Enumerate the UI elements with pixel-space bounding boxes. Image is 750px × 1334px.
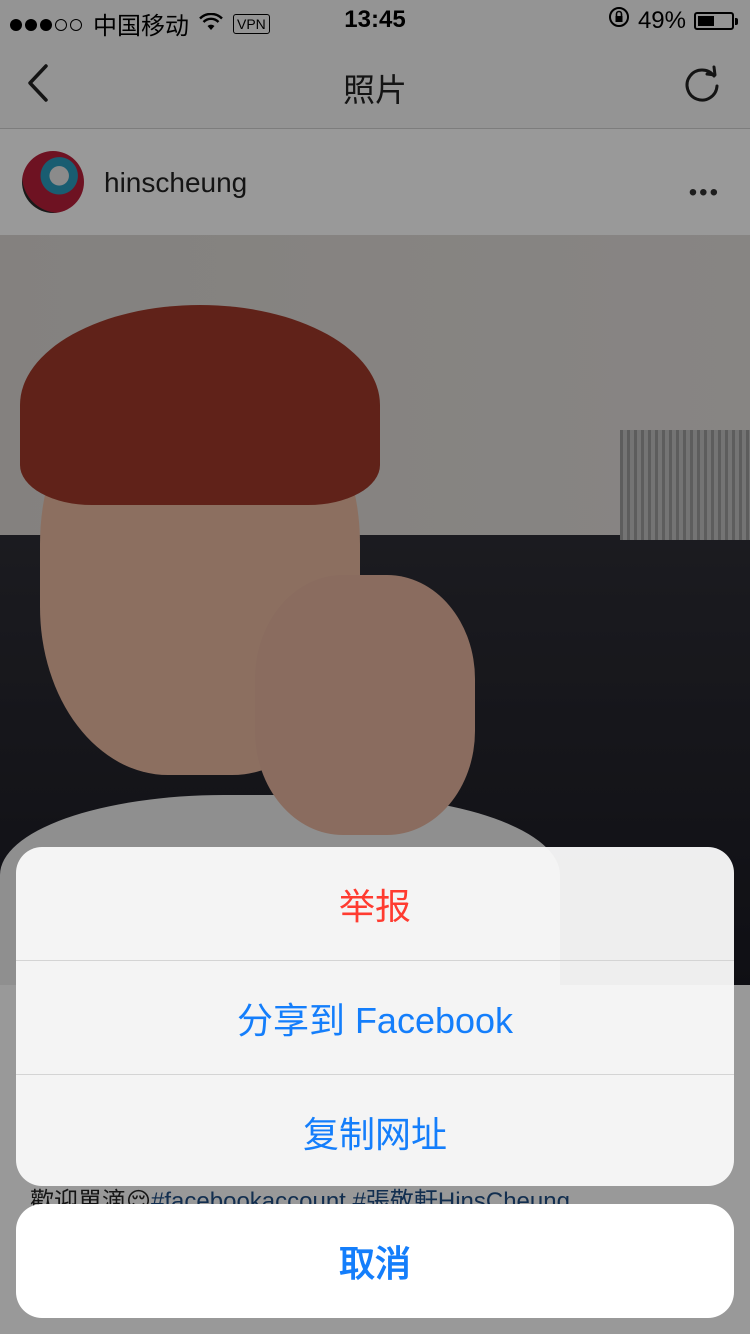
report-button[interactable]: 举报 xyxy=(16,847,734,961)
copy-url-button[interactable]: 复制网址 xyxy=(16,1075,734,1186)
cancel-button[interactable]: 取消 xyxy=(16,1204,734,1318)
action-sheet: 举报 分享到 Facebook 复制网址 xyxy=(16,847,734,1186)
share-facebook-button[interactable]: 分享到 Facebook xyxy=(16,961,734,1075)
